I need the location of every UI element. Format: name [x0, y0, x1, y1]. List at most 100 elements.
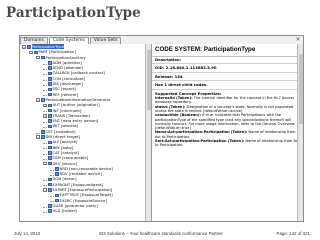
tree-node-label: HLD [holder]: [52, 208, 77, 214]
concept-icon: [47, 108, 52, 113]
property-internal-id: internalId (Token): The internal identif…: [152, 96, 303, 105]
tab-value-sets[interactable]: Value Sets: [89, 37, 122, 44]
tree-connector-icon: [50, 172, 54, 176]
concept-icon: [47, 161, 52, 166]
tree-scrollbar[interactable]: [145, 44, 151, 221]
concept-icon: [47, 209, 52, 213]
tree-connector-icon: [43, 87, 47, 92]
detail-scrollbar-thumb[interactable]: [298, 54, 303, 124]
concept-icon: [47, 177, 52, 182]
concept-icon: [33, 50, 38, 55]
tree-connector-icon: [50, 193, 54, 198]
tab-bar: Domains Code Systems Value Sets: [20, 36, 151, 44]
tree-node-label: TRANS [Transcriber]: [52, 112, 91, 118]
tree-node-label: CAT [catalyst]: [52, 149, 79, 155]
detail-oid: OID: 2.16.840.1.113883.5.90: [155, 65, 217, 71]
divider: [152, 80, 303, 82]
tree-node-label: CSM [consumable]: [52, 155, 89, 161]
tree-node-label: DON [donor]: [52, 176, 77, 182]
tree-connector-icon: [43, 204, 47, 208]
detail-release: Release: 134: [155, 73, 183, 79]
concept-icon: [47, 66, 52, 70]
tree-node[interactable]: HLD [holder]: [20, 208, 151, 213]
tab-domains[interactable]: Domains: [20, 37, 48, 44]
vocabulary-browser-window: Domains Code Systems Value Sets × − Parti…: [19, 35, 304, 222]
tree-node-label: EXSRC [ExposureSource]: [59, 197, 107, 203]
concept-icon: [26, 45, 31, 49]
tree-node-label: PART [Participation]: [38, 49, 76, 55]
detail-child-count: Has 1 direct child codes.: [155, 82, 208, 88]
detail-description: Description:: [155, 57, 182, 62]
tree-node-label: AUT [author (originator)]: [52, 102, 100, 108]
tree-connector-icon: [43, 66, 47, 70]
tree-node-label: REF [referrer]: [52, 91, 79, 97]
concept-icon: [47, 188, 52, 192]
divider: [152, 63, 303, 65]
footer-date: July 14, 2010: [14, 231, 41, 236]
footer-tagline: W3 Solutions – Your healthcare standards…: [99, 231, 223, 236]
concept-icon: [47, 204, 52, 208]
property-sort-relationship: Sort:Act:participation:Participation (To…: [152, 139, 303, 148]
property-status: status (Token): Designation of a concept…: [152, 105, 303, 114]
concept-icon: [54, 172, 59, 176]
collapse-icon[interactable]: −: [22, 45, 26, 49]
detail-scrollbar[interactable]: [297, 44, 303, 221]
property-conductible: conductible (Boolean): If true, indicate…: [152, 113, 303, 130]
concept-icon: [47, 140, 52, 145]
detail-heading: CODE SYSTEM: ParticipationType: [152, 44, 303, 57]
tree-connector-icon: [50, 198, 54, 203]
concept-icon: [54, 198, 59, 203]
concept-icon: [40, 98, 45, 102]
tree-connector-icon: [43, 108, 47, 113]
concept-icon: [47, 61, 52, 65]
tree-node-label: DIR [direct target]: [45, 134, 80, 140]
tree-connector-icon: [43, 177, 47, 182]
tree-node-label: INF [informant]: [52, 107, 82, 113]
tab-code-systems[interactable]: Code Systems: [48, 37, 89, 44]
tree-node-label: RDV [reusable device]: [59, 171, 102, 177]
tree-node-label: GUAR [guarantor party]: [52, 202, 98, 208]
tree-node-label: WIT [witness]: [52, 123, 79, 129]
tree-connector-icon: [43, 61, 47, 65]
expand-icon[interactable]: +: [43, 103, 47, 108]
concept-icon: [47, 77, 52, 81]
concept-icon: [54, 167, 59, 171]
slide-footer: July 14, 2010 W3 Solutions – Your health…: [0, 228, 320, 240]
tree-connector-icon: [43, 124, 47, 129]
divider: [152, 88, 303, 90]
tree-connector-icon: [50, 167, 54, 171]
tree-node-label: EXPTTRGT [ExposureTarget]: [59, 192, 113, 198]
expand-icon[interactable]: +: [43, 114, 47, 118]
collapse-icon[interactable]: −: [43, 161, 47, 166]
tree-connector-icon: [43, 77, 47, 81]
tree-node-label: ADM [admitter]: [52, 59, 82, 65]
tree-node-label: CON [consultant]: [52, 75, 86, 81]
tree-connector-icon: [36, 130, 40, 134]
tree-scrollbar-thumb[interactable]: [146, 50, 151, 110]
tree-node-label: ATND [attender]: [52, 65, 84, 71]
tree-node-label: DIS [discharger]: [52, 81, 84, 87]
collapse-icon[interactable]: −: [36, 55, 40, 60]
tree-node-label: ENT [data entry person]: [52, 118, 99, 124]
tree-node-label: CST [custodian]: [45, 128, 76, 134]
property-name-relationship: Name:Act:participation:Participation (To…: [152, 130, 303, 139]
tree-node-label: CALLBCK [callback contact]: [52, 70, 105, 76]
tree-connector-icon: [43, 151, 47, 155]
tree-connector-icon: [43, 140, 47, 145]
tree-connector-icon: [43, 209, 47, 213]
close-icon[interactable]: ×: [295, 37, 301, 43]
tree-node-label: EXPAGNT [ExposureAgent]: [52, 181, 104, 187]
concept-icon: [47, 103, 52, 108]
collapse-icon[interactable]: −: [36, 98, 40, 102]
concept-icon: [40, 130, 45, 134]
tree-node-label: NRD [non-reuseable device]: [59, 165, 113, 171]
detail-panel: CODE SYSTEM: ParticipationType Descripti…: [152, 44, 303, 221]
concept-icon: [47, 124, 52, 129]
collapse-icon[interactable]: −: [43, 188, 47, 192]
tree-node-label: ALY [analyte]: [52, 139, 78, 145]
collapse-icon[interactable]: −: [29, 50, 33, 55]
concept-icon: [47, 114, 52, 118]
collapse-icon[interactable]: −: [36, 135, 40, 139]
concept-icon: [47, 87, 52, 92]
tree-node-label: ParticipationType: [31, 44, 64, 49]
